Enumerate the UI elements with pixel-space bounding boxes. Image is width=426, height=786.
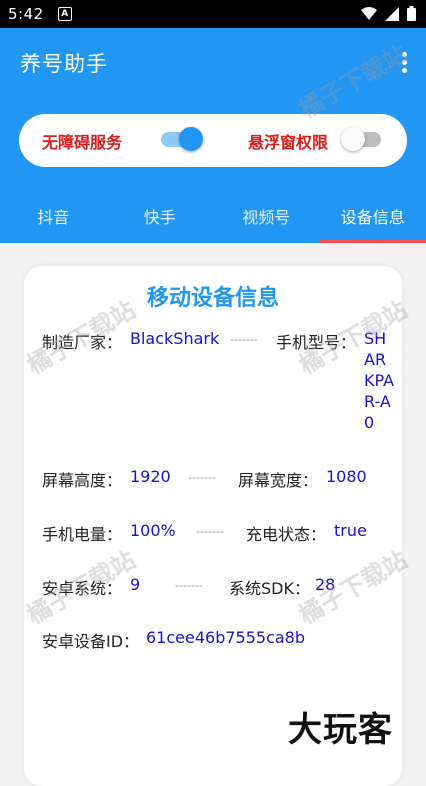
battery-label: 手机电量： — [42, 521, 122, 545]
screen-height-label: 屏幕高度： — [42, 467, 122, 491]
charging-value: true — [334, 521, 367, 540]
tab-douyin[interactable]: 抖音 — [0, 190, 107, 243]
overlay-permission-switch[interactable] — [343, 126, 387, 154]
charging-label: 充电状态： — [246, 521, 326, 545]
notification-a-icon: A — [58, 7, 72, 21]
separator: ------- — [188, 471, 216, 484]
manufacturer-value: BlackShark — [130, 329, 219, 348]
overlay-permission-label: 悬浮窗权限 — [248, 129, 328, 153]
screen-height-value: 1920 — [130, 467, 171, 486]
signal-icon — [385, 7, 399, 21]
tab-kuaishou[interactable]: 快手 — [107, 190, 214, 243]
accessibility-service-label: 无障碍服务 — [42, 129, 122, 153]
accessibility-service-switch[interactable] — [161, 126, 205, 154]
android-version-value: 9 — [130, 575, 140, 594]
status-time: 5:42 — [8, 5, 44, 23]
brand-logo: 大玩客 — [288, 702, 393, 751]
separator: ------- — [230, 333, 258, 346]
device-info-title: 移动设备信息 — [24, 280, 402, 312]
wifi-icon — [361, 7, 377, 21]
separator: ------- — [196, 525, 224, 538]
status-bar: 5:42 A — [0, 0, 426, 28]
tab-channels[interactable]: 视频号 — [213, 190, 320, 243]
device-id-value: 61cee46b7555ca8b — [146, 628, 305, 647]
battery-icon — [407, 6, 416, 21]
permission-toggle-card: 无障碍服务 悬浮窗权限 — [19, 114, 407, 167]
device-id-label: 安卓设备ID： — [42, 628, 139, 652]
tab-device-info[interactable]: 设备信息 — [320, 190, 426, 243]
separator: ------- — [175, 579, 203, 592]
app-title: 养号助手 — [20, 48, 108, 78]
screen-width-value: 1080 — [326, 467, 367, 486]
screen-width-label: 屏幕宽度： — [238, 467, 318, 491]
battery-value: 100% — [130, 521, 176, 540]
tab-bar: 抖音 快手 视频号 设备信息 — [0, 190, 426, 243]
